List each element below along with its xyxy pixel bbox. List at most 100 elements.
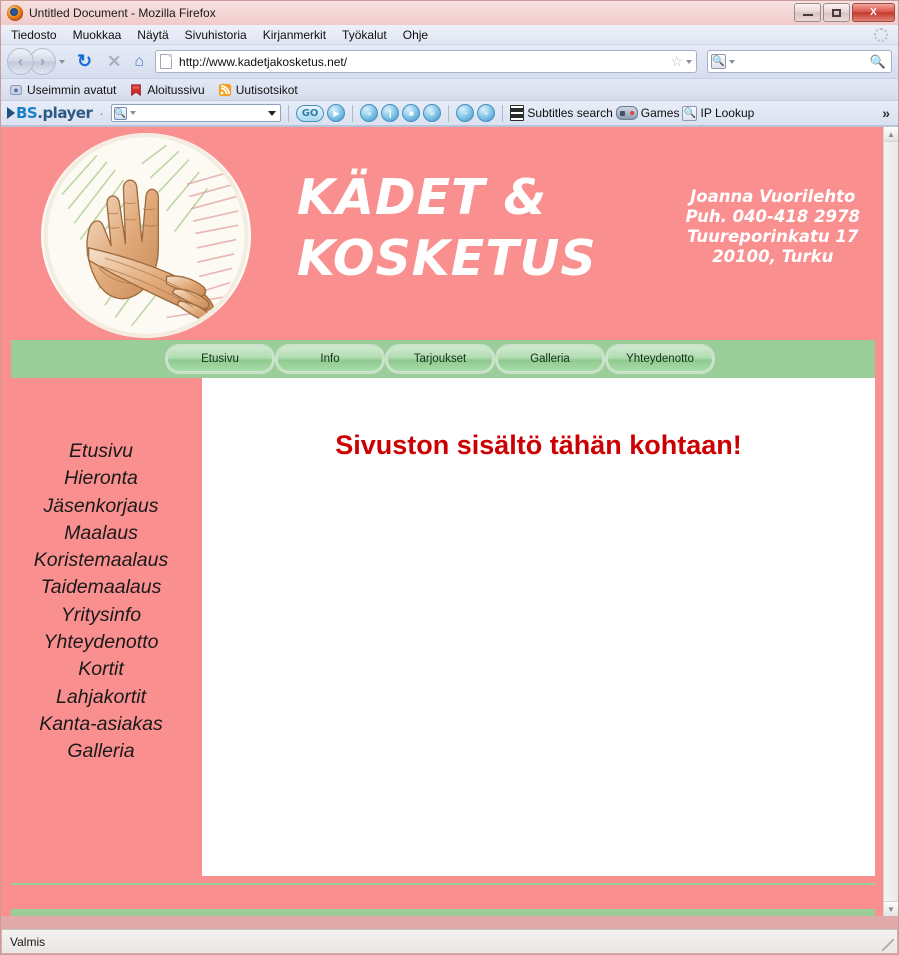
bsplayer-search-dropdown-icon[interactable] — [267, 110, 276, 116]
site-navigation-bar: Etusivu Info Tarjoukset Galleria Yhteyde… — [11, 340, 875, 378]
bsplayer-logo-text: BS — [16, 104, 38, 122]
sidebar-item-taidemaalaus[interactable]: Taidemaalaus — [11, 574, 191, 601]
search-bar[interactable]: 🔍 🔍 — [707, 50, 892, 73]
menu-item-nayta[interactable]: Näytä — [137, 28, 168, 42]
nav-tab-yhteydenotto[interactable]: Yhteydenotto — [607, 346, 713, 372]
search-submit-icon[interactable]: 🔍 — [870, 54, 886, 70]
site-title-line1: KÄDET & — [297, 169, 548, 226]
bsplayer-logo-text2: .player — [37, 104, 93, 122]
bookmark-label: Uutisotsikot — [235, 82, 298, 97]
search-input[interactable] — [735, 53, 870, 70]
firefox-icon — [7, 5, 23, 21]
bookmark-aloitussivu[interactable]: Aloitussivu — [129, 82, 205, 97]
page-body: Etusivu Hieronta Jäsenkorjaus Maalaus Ko… — [11, 378, 875, 876]
sidebar-item-jasenkorjaus[interactable]: Jäsenkorjaus — [11, 493, 191, 520]
magnifier-icon[interactable]: 🔍 — [113, 106, 127, 120]
web-page: KÄDET & KOSKETUS Joanna Vuorilehto Puh. … — [1, 127, 883, 916]
menu-item-sivuhistoria[interactable]: Sivuhistoria — [185, 28, 247, 42]
status-bar: Valmis — [2, 929, 897, 953]
hands-sketch-logo — [41, 133, 251, 338]
rss-icon — [218, 83, 231, 96]
chevron-down-icon[interactable] — [129, 111, 136, 115]
search-engine-icon[interactable]: 🔍 — [711, 54, 726, 69]
address-dropdown-icon[interactable] — [686, 59, 692, 64]
navigation-toolbar: ‹ › ↻ ✕ ⌂ http://www.kadetjakosketus.net… — [1, 45, 898, 79]
bsplayer-toolbar: BS .player · 🔍 GO ▶ « ❙ ■ » − + Subtitles… — [1, 101, 898, 126]
bsplayer-search-box[interactable]: 🔍 — [110, 104, 281, 122]
sidebar-item-maalaus[interactable]: Maalaus — [11, 520, 191, 547]
film-icon — [510, 105, 525, 121]
stop-button[interactable]: ■ — [402, 104, 421, 122]
menu-bar: Tiedosto Muokkaa Näytä Sivuhistoria Kirj… — [1, 25, 898, 45]
browser-window: Untitled Document - Mozilla Firefox X Ti… — [0, 0, 899, 955]
content-heading: Sivuston sisältö tähän kohtaan! — [335, 430, 742, 460]
content-area: Sivuston sisältö tähän kohtaan! — [202, 378, 875, 876]
pause-button[interactable]: ❙ — [381, 104, 400, 122]
forward-button[interactable]: › — [29, 48, 65, 75]
sidebar-item-yhteydenotto[interactable]: Yhteydenotto — [11, 629, 191, 656]
previous-button[interactable]: « — [360, 104, 379, 122]
subtitles-search-link[interactable]: Subtitles search — [527, 106, 612, 120]
hands-sketch-illustration — [43, 133, 249, 338]
nav-tab-tarjoukset[interactable]: Tarjoukset — [387, 346, 493, 372]
bookmarks-toolbar: Useimmin avatut Aloitussivu Uutisotsikot — [1, 79, 898, 101]
volume-up-button[interactable]: + — [477, 104, 496, 122]
bookmark-red-icon — [131, 83, 142, 96]
bookmark-useimmin-avatut[interactable]: Useimmin avatut — [9, 83, 116, 97]
sidebar-item-lahjakortit[interactable]: Lahjakortit — [11, 684, 191, 711]
divider — [502, 104, 504, 122]
sidebar-item-etusivu[interactable]: Etusivu — [11, 438, 191, 465]
bsplayer-logo[interactable]: BS .player — [7, 104, 93, 122]
divider — [287, 104, 289, 122]
menu-item-tyokalut[interactable]: Työkalut — [342, 28, 387, 42]
back-button[interactable]: ‹ — [7, 48, 34, 75]
menu-item-kirjanmerkit[interactable]: Kirjanmerkit — [263, 28, 326, 42]
scroll-down-icon[interactable]: ▼ — [884, 901, 898, 916]
bookmark-label: Useimmin avatut — [27, 82, 117, 97]
toolbar-overflow-button[interactable]: » — [882, 105, 890, 121]
close-button[interactable]: X — [852, 3, 895, 22]
chevron-down-icon[interactable] — [59, 59, 65, 64]
bookmark-star-icon[interactable]: ☆ — [670, 53, 683, 70]
sidebar-item-kortit[interactable]: Kortit — [11, 656, 191, 683]
ip-lookup-link[interactable]: IP Lookup — [700, 106, 754, 120]
bsplayer-separator: · — [99, 105, 104, 121]
reload-icon[interactable]: ↻ — [77, 51, 92, 72]
back-arrow-icon: ‹ — [7, 48, 34, 75]
stop-icon[interactable]: ✕ — [107, 52, 121, 72]
menu-item-muokkaa[interactable]: Muokkaa — [73, 28, 122, 42]
menu-item-ohje[interactable]: Ohje — [403, 28, 428, 42]
sidebar-item-yritysinfo[interactable]: Yritysinfo — [11, 602, 191, 629]
sidebar-item-galleria[interactable]: Galleria — [11, 738, 191, 765]
bookmark-label: Aloitussivu — [147, 82, 205, 97]
title-bar: Untitled Document - Mozilla Firefox X — [1, 1, 898, 25]
site-header: KÄDET & KOSKETUS Joanna Vuorilehto Puh. … — [11, 127, 875, 340]
minimize-button[interactable] — [794, 3, 821, 22]
maximize-button[interactable] — [823, 3, 850, 22]
games-link[interactable]: Games — [641, 106, 680, 120]
magnifier-icon: 🔍 — [682, 105, 698, 121]
sidebar-item-koristemaalaus[interactable]: Koristemaalaus — [11, 547, 191, 574]
gamepad-icon — [615, 106, 638, 120]
page-scrollbar[interactable]: ▲ ▼ — [883, 127, 898, 916]
scroll-up-icon[interactable]: ▲ — [884, 127, 898, 142]
home-icon[interactable]: ⌂ — [134, 53, 144, 71]
sidebar-item-hieronta[interactable]: Hieronta — [11, 465, 191, 492]
status-text: Valmis — [10, 934, 46, 949]
nav-tab-etusivu[interactable]: Etusivu — [167, 346, 273, 372]
menu-item-tiedosto[interactable]: Tiedosto — [11, 28, 57, 42]
address-bar[interactable]: http://www.kadetjakosketus.net/ ☆ — [155, 50, 697, 73]
resize-grip[interactable] — [882, 939, 894, 951]
go-button[interactable]: GO — [295, 104, 325, 122]
sidebar-item-kanta-asiakas[interactable]: Kanta-asiakas — [11, 711, 191, 738]
loading-spinner-icon — [874, 28, 888, 42]
bookmark-uutisotsikot[interactable]: Uutisotsikot — [218, 83, 298, 97]
next-button[interactable]: » — [423, 104, 442, 122]
footer-pink-strip — [11, 883, 875, 909]
divider — [352, 104, 354, 122]
nav-tab-info[interactable]: Info — [277, 346, 383, 372]
nav-tab-galleria[interactable]: Galleria — [497, 346, 603, 372]
play-button[interactable]: ▶ — [327, 104, 346, 122]
window-title: Untitled Document - Mozilla Firefox — [29, 6, 216, 20]
volume-down-button[interactable]: − — [456, 104, 475, 122]
